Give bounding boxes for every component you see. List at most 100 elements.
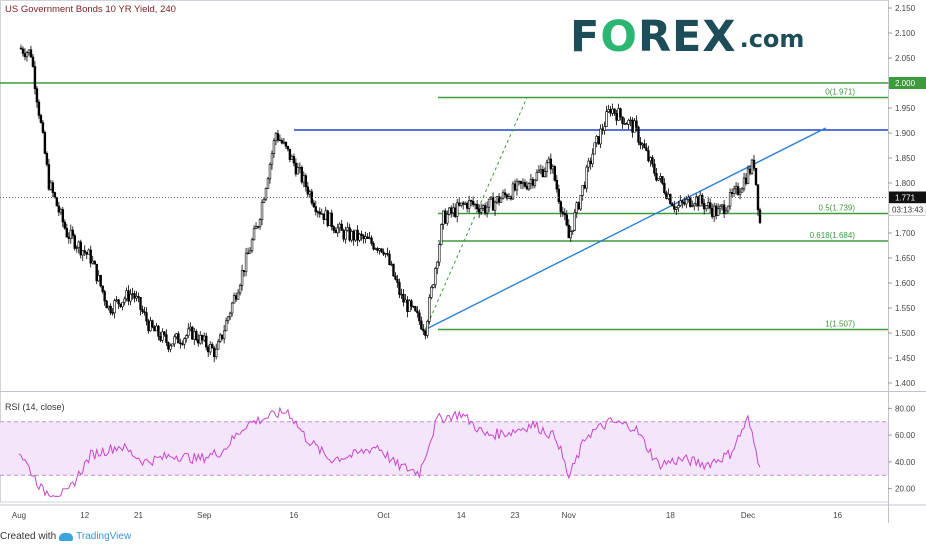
candle-body: [308, 191, 312, 195]
candle-body: [111, 312, 114, 314]
candle-body: [669, 194, 672, 205]
candle-body: [199, 335, 202, 344]
candle-body: [481, 205, 485, 209]
candle-body: [51, 182, 55, 193]
candle-body: [390, 263, 393, 266]
x-tick-label: Oct: [377, 511, 390, 520]
candle-body: [262, 198, 266, 203]
chart-canvas[interactable]: 2.150 2.100 2.050 2.000 1.950 1.900 1.850 1.800…: [0, 0, 926, 531]
candle-body: [637, 126, 640, 143]
candle-body: [736, 186, 740, 195]
candle-body: [97, 274, 100, 282]
candle-body: [115, 299, 118, 301]
candle-body: [458, 202, 461, 206]
candle-body: [218, 334, 222, 342]
candle-body: [657, 177, 660, 181]
fib-label: 0.5(1.739): [819, 204, 856, 213]
candle-body: [280, 139, 284, 144]
candle-body: [342, 230, 345, 240]
candle-body: [119, 303, 122, 308]
candle-body: [234, 295, 238, 300]
candle-body: [41, 122, 45, 133]
candle-body: [340, 223, 343, 231]
candle-body: [507, 196, 511, 199]
footer: Created with TradingView: [0, 531, 131, 542]
candle-body: [499, 197, 503, 203]
fib-label: 1(1.507): [825, 320, 855, 329]
candle-body: [738, 191, 742, 195]
fib-label: 0(1.971): [825, 88, 855, 97]
candle-body: [161, 331, 164, 341]
candle-body: [187, 328, 190, 336]
candle-body: [479, 208, 483, 213]
candle-body: [559, 201, 562, 213]
candle-body: [601, 128, 604, 131]
candle-body: [77, 241, 80, 248]
candle-body: [47, 164, 51, 190]
candle-body: [553, 166, 557, 181]
candle-body: [205, 335, 208, 348]
candle-body: [336, 227, 339, 234]
candle-body: [356, 229, 359, 241]
candle-body: [693, 203, 696, 207]
candle-body: [274, 133, 278, 141]
candle-body: [649, 157, 652, 162]
x-tick-label: 23: [511, 511, 520, 520]
candle-body: [699, 194, 702, 207]
candle-body: [543, 171, 547, 178]
candle-body: [177, 333, 180, 344]
candle-body: [248, 250, 252, 254]
candle-body: [61, 209, 65, 223]
candle-body: [254, 226, 258, 230]
candle-body: [587, 160, 590, 168]
candle-body: [701, 194, 704, 204]
candle-body: [434, 268, 437, 286]
candle-body: [282, 141, 286, 144]
candle-body: [230, 302, 234, 314]
candle-body: [141, 309, 144, 312]
candle-body: [89, 249, 92, 264]
candle-body: [549, 158, 553, 170]
candle-body: [264, 188, 268, 200]
candle-body: [153, 326, 156, 332]
candle-body: [360, 233, 363, 237]
candle-body: [402, 293, 405, 303]
rsi-tick-label: 40.00: [895, 458, 916, 467]
candle-body: [258, 219, 262, 228]
candle-body: [99, 274, 102, 287]
candle-body: [529, 179, 533, 184]
candle-body: [181, 343, 184, 345]
candle-body: [432, 284, 435, 288]
candle-body: [452, 207, 455, 214]
candle-body: [366, 236, 369, 239]
candle-body: [232, 295, 236, 304]
candle-body: [703, 203, 706, 210]
candle-body: [338, 223, 341, 229]
candle-body: [595, 136, 598, 144]
candle-body: [103, 291, 106, 302]
candle-body: [157, 325, 160, 337]
candle-body: [214, 348, 218, 358]
candle-body: [139, 297, 142, 310]
candle-body: [756, 184, 760, 211]
candle-body: [722, 204, 726, 214]
footer-created-with: Created with: [0, 531, 57, 542]
x-tick-label: Nov: [562, 511, 576, 520]
candle-body: [679, 200, 682, 206]
y-tick-label: 1.850: [895, 154, 916, 163]
candle-body: [191, 326, 194, 340]
candle-body: [744, 177, 748, 184]
candle-body: [663, 183, 666, 194]
candle-body: [605, 111, 608, 127]
candle-body: [625, 123, 628, 125]
candle-body: [467, 200, 471, 209]
candle-body: [420, 320, 423, 330]
candle-body: [53, 192, 57, 198]
candle-body: [173, 336, 176, 345]
candle-body: [352, 231, 355, 241]
candle-body: [201, 335, 204, 341]
candle-body: [575, 202, 578, 213]
y-tick-label: 2.100: [895, 29, 916, 38]
candle-body: [290, 155, 294, 160]
footer-brand[interactable]: TradingView: [76, 531, 131, 542]
